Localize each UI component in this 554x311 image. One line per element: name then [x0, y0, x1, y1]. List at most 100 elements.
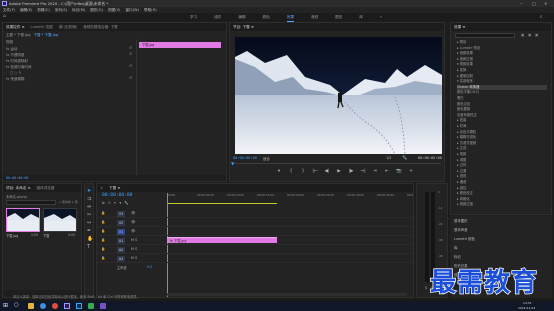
work-area-bar[interactable] [167, 203, 277, 204]
nest-icon[interactable]: ⧉ [102, 201, 105, 205]
right-section-header[interactable]: Lumetri 颜色 [454, 236, 475, 241]
timeline-settings-icon[interactable]: 🔧 [124, 201, 128, 205]
taskbar-app-chrome-icon[interactable] [52, 303, 58, 309]
reset-icon[interactable]: ↺ [129, 76, 132, 80]
source-clip-label[interactable]: 主要 * 下雪.jpg [6, 32, 31, 38]
timeline-scrollbar[interactable] [167, 293, 407, 296]
effects-tree-item[interactable]: ▸ 过渡 [457, 169, 547, 174]
effects-tree-item[interactable]: 灰度系数校正 [457, 113, 547, 118]
track-label[interactable]: V2 [117, 220, 125, 226]
effect-controls-clip-bar[interactable]: 下雪.jpg [139, 42, 221, 48]
effects-tree-item[interactable]: ▸ 通道 [457, 180, 547, 185]
workspace-assembly[interactable]: 组件 [214, 13, 221, 22]
tab-source[interactable]: 源:(无剪辑) [59, 23, 77, 31]
playhead-marker-icon[interactable]: ▼ [231, 161, 234, 166]
effects-tree-item[interactable]: 颜色替换 [457, 107, 547, 112]
step-back-button[interactable]: ◀| [324, 169, 330, 175]
taskbar-app-explorer-icon[interactable] [28, 303, 34, 309]
maximize-button[interactable]: □ [532, 0, 536, 7]
solo-left-button[interactable]: S [425, 286, 427, 290]
effects-tree-item[interactable]: ▸ 视频过渡 [457, 202, 547, 207]
search-icon[interactable]: ⌕ [540, 14, 543, 20]
track-lock-icon[interactable]: 🔒 [101, 256, 105, 260]
track-select-tool-icon[interactable]: ⇉ [87, 196, 91, 202]
effects-tree-item[interactable]: ▸ 过时 [457, 163, 547, 168]
effects-tree-item[interactable]: ▸ 调整 [457, 158, 547, 163]
tab-audio-clip-mixer[interactable]: 音频剪辑混合器: 下雪 [83, 23, 118, 31]
tab-sequence[interactable]: 下雪 ≡ [109, 184, 120, 192]
effects-tree-item[interactable]: ▸ 键控 [457, 186, 547, 191]
program-scrubber[interactable] [233, 163, 441, 166]
selection-tool-icon[interactable]: ➤ [87, 188, 91, 194]
effects-tree-item[interactable]: 颜色平衡(HLS) [457, 90, 547, 95]
effects-tree-item[interactable]: ▸ 时间 [457, 124, 547, 129]
effect-controls-timecode[interactable]: 00:00:00:00 [6, 175, 28, 181]
export-frame-button[interactable]: 📷 [396, 169, 402, 175]
track-label[interactable]: V3 [117, 211, 125, 217]
add-marker-button[interactable]: ▾ [276, 169, 282, 175]
effects-tree-item[interactable]: ▸ 图像控制 [457, 74, 547, 79]
right-section-header[interactable]: 基本图形 [454, 218, 468, 223]
track-mute-solo-icon[interactable]: M S [131, 238, 137, 242]
program-timecode-left[interactable]: 00:00:00:00 [233, 156, 257, 160]
play-button[interactable]: ▶ [336, 169, 342, 175]
workspace-graphics[interactable]: 图形 [335, 13, 342, 22]
track-mute-solo-icon[interactable]: M S [131, 256, 137, 260]
taskbar-app-browser-icon[interactable] [40, 303, 46, 309]
workspace-libraries[interactable]: 库 [359, 13, 363, 22]
track-lock-icon[interactable]: 🔒 [101, 238, 105, 242]
tab-effects[interactable]: 效果 ≡ [454, 23, 465, 31]
effects-tree-item[interactable]: ▾ 实用程序 [457, 79, 547, 84]
reset-icon[interactable]: ↺ [129, 46, 132, 50]
effects-tree-item[interactable]: ▸ 变换 [457, 68, 547, 73]
project-search-field[interactable] [6, 200, 56, 205]
master-volume-value[interactable]: 0.0 [147, 265, 152, 269]
effects-tree-item[interactable]: ▸ 预设 [457, 40, 547, 45]
workspace-audio[interactable]: 音频 [311, 13, 318, 22]
go-to-in-button[interactable]: |← [312, 169, 318, 175]
reset-icon[interactable]: ↺ [129, 52, 132, 56]
type-tool-icon[interactable]: T [87, 244, 90, 250]
project-item-still[interactable] [6, 208, 40, 232]
add-marker-icon[interactable]: ▾ [119, 201, 121, 205]
taskbar-search-icon[interactable]: ○ [14, 302, 19, 308]
effects-tree-item[interactable]: ▸ 音频效果 [457, 51, 547, 56]
workspace-learn[interactable]: 学习 [190, 13, 197, 22]
track-lock-icon[interactable]: 🔒 [101, 211, 105, 215]
effects-tree-item[interactable]: ▸ 杂色与颗粒 [457, 130, 547, 135]
workspace-more[interactable]: » [380, 13, 382, 22]
lift-button[interactable]: ⇥ [372, 169, 378, 175]
step-forward-button[interactable]: |▶ [348, 169, 354, 175]
track-eye-icon[interactable]: 👁 [131, 211, 135, 215]
timeline-clip-v1[interactable]: fx 下雪.jpg [167, 237, 277, 243]
extract-button[interactable]: ⇤ [384, 169, 390, 175]
track-eye-icon[interactable]: 👁 [131, 229, 135, 233]
right-section-header[interactable]: 标记 [454, 254, 461, 259]
home-icon[interactable]: ⌂ [3, 14, 6, 19]
tab-effect-controls[interactable]: 效果控件 ≡ [6, 23, 25, 31]
right-section-header[interactable]: 基本声音 [454, 227, 468, 232]
timeline-ruler[interactable]: 00:00 00:00:05:00 00:00:10:00 00:00:15:00 00… [167, 193, 413, 203]
track-mute-solo-icon[interactable]: M S [131, 247, 137, 251]
fit-dropdown[interactable]: 适合 [263, 156, 270, 161]
ripple-edit-tool-icon[interactable]: ⇹ [87, 204, 91, 210]
effects-tree-item[interactable]: 黑白 [457, 96, 547, 101]
slip-tool-icon[interactable]: ↔ [87, 220, 91, 226]
track-eye-icon[interactable]: 👁 [131, 220, 135, 224]
32bit-effects-icon[interactable]: ▣ [528, 33, 531, 37]
right-section-header[interactable]: 库 [454, 245, 457, 250]
effects-tree-item[interactable]: ▸ 模糊与锐化 [457, 135, 547, 140]
mark-in-button[interactable]: { [288, 169, 294, 175]
tab-lumetri-scopes[interactable]: Lumetri 范围 [31, 23, 53, 31]
effects-tree-item[interactable]: ▸ 透视 [457, 174, 547, 179]
track-label[interactable]: A1 [117, 238, 125, 244]
taskbar-app-ps-icon[interactable] [76, 303, 82, 309]
tab-project[interactable]: 项目: 未命名 ≡ [6, 184, 30, 192]
linked-selection-icon[interactable]: ⚭ [113, 201, 116, 205]
close-icon[interactable]: ✕ [100, 184, 103, 192]
effects-tree-item[interactable]: ▸ 颜色校正 [457, 191, 547, 196]
minimize-button[interactable]: – [520, 0, 522, 7]
track-lock-icon[interactable]: 🔒 [101, 247, 105, 251]
razor-tool-icon[interactable]: ✂ [87, 212, 91, 218]
effects-tree-item[interactable]: ▸ Lumetri 预设 [457, 46, 547, 51]
